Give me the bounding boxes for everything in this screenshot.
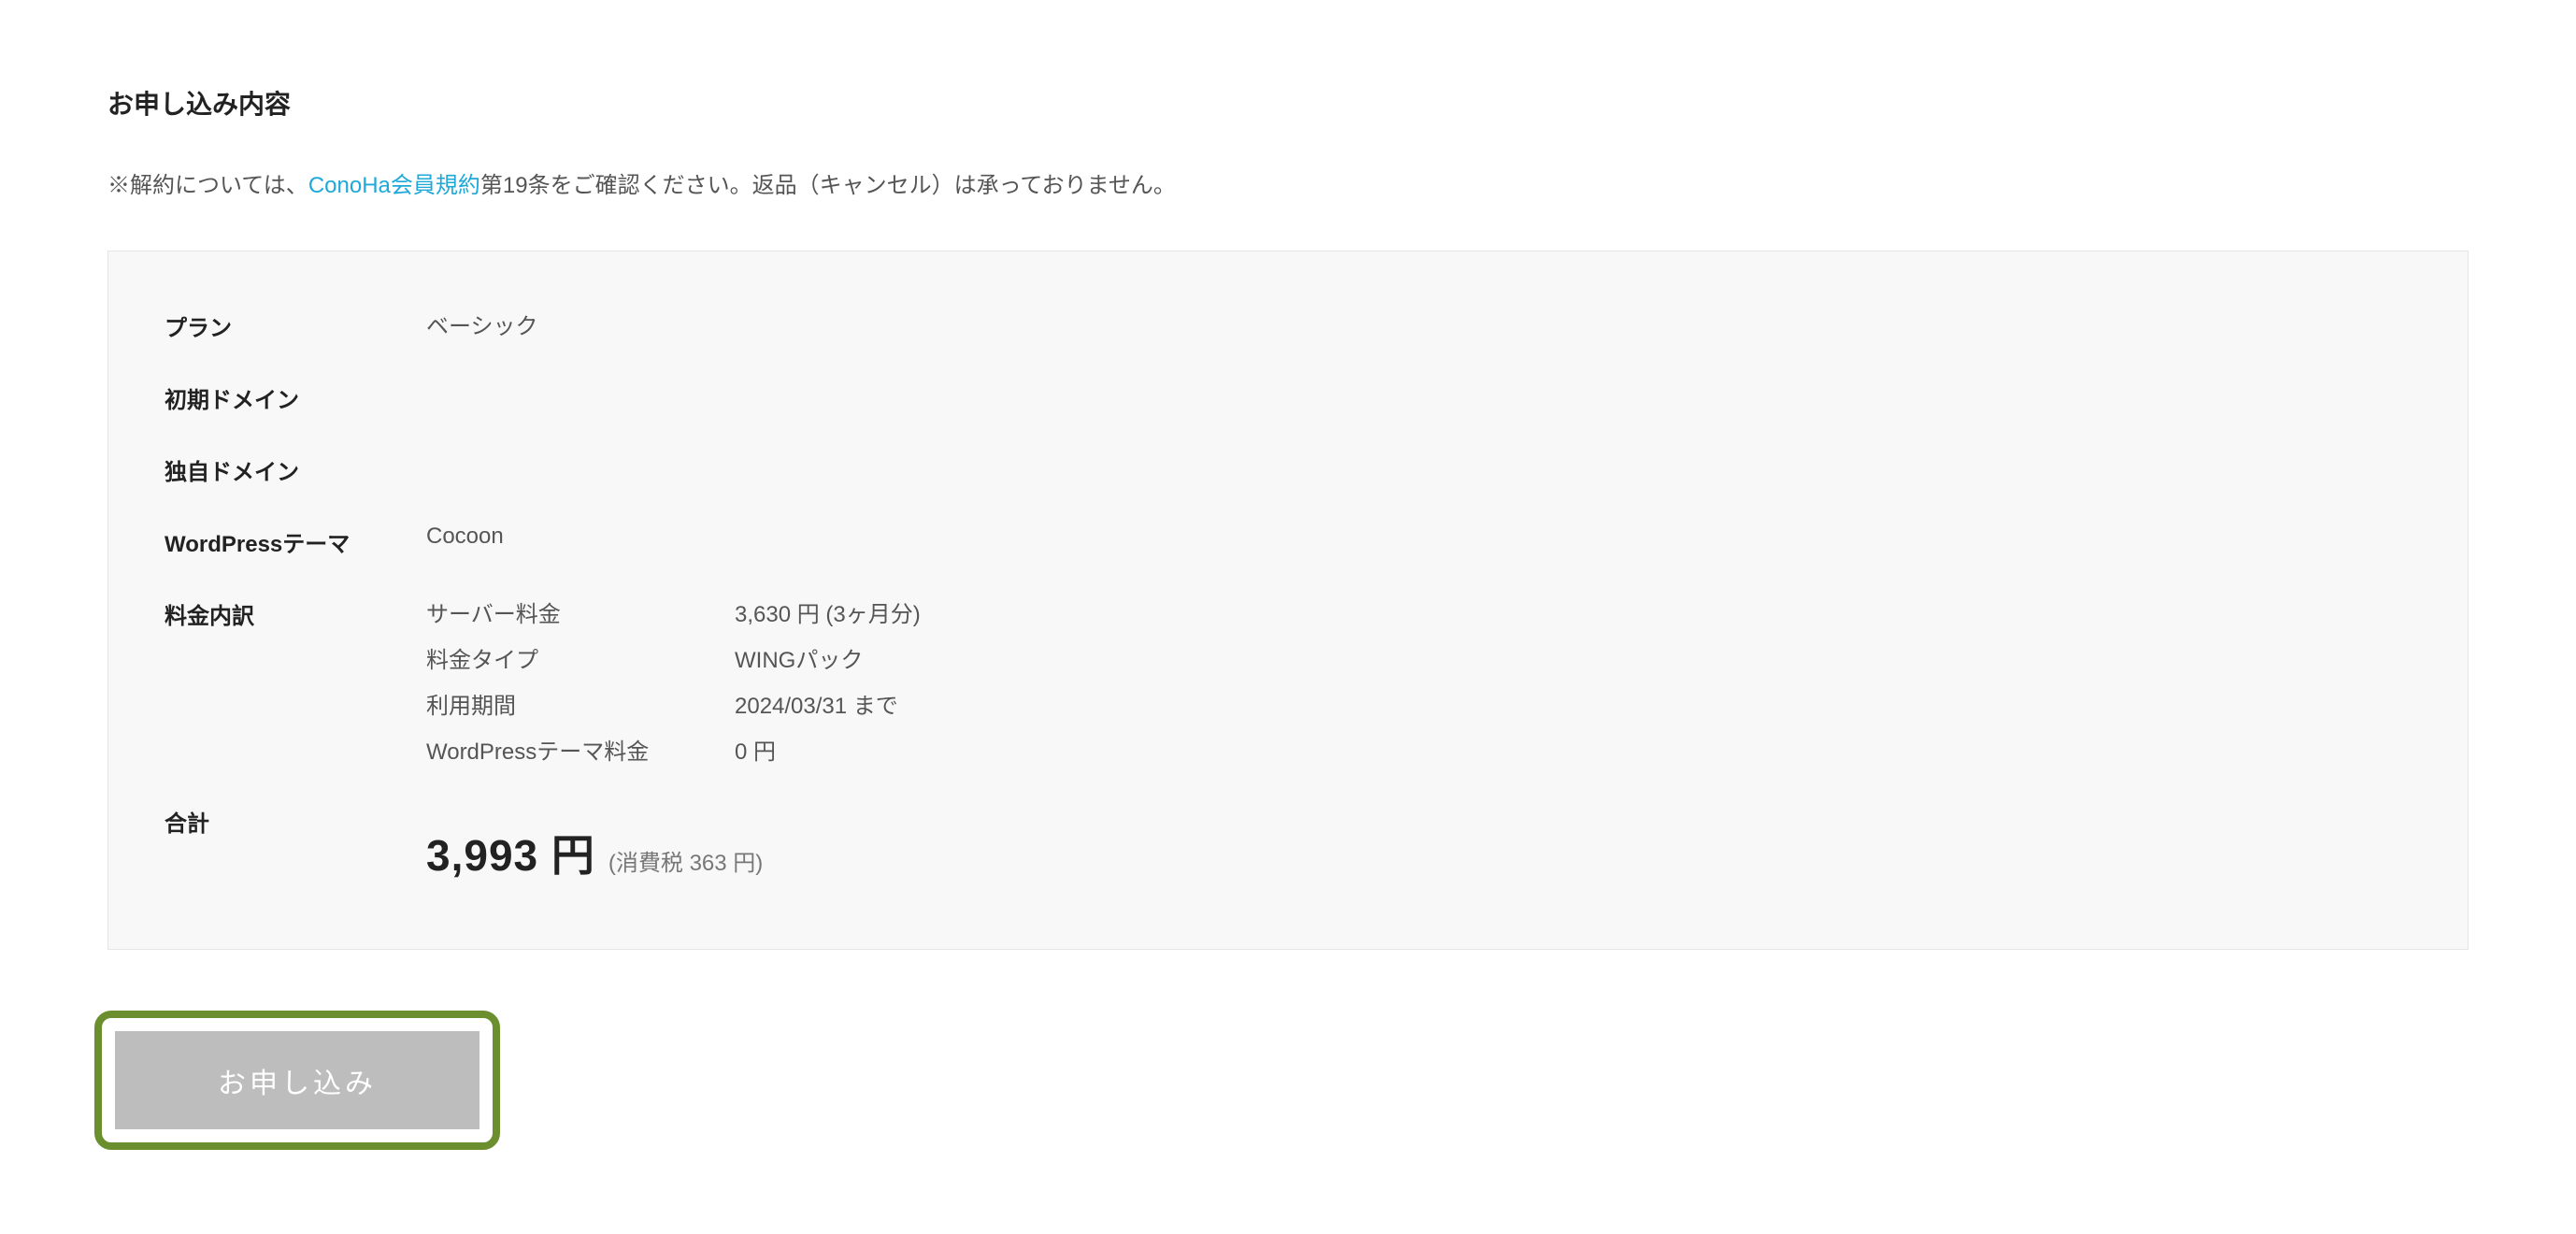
row-plan: プラン ベーシック — [165, 308, 2411, 342]
notice-prefix: ※解約については、 — [107, 173, 308, 198]
plan-value: ベーシック — [426, 308, 538, 340]
cancellation-notice: ※解約については、ConoHa会員規約第19条をご確認ください。返品（キャンセル… — [107, 166, 2469, 199]
terms-link[interactable]: ConoHa会員規約 — [308, 173, 480, 198]
breakdown-name: 利用期間 — [426, 687, 735, 720]
wp-theme-label: WordPressテーマ — [165, 524, 426, 558]
total-amount: 3,993 円 — [426, 822, 595, 883]
row-wp-theme: WordPressテーマ Cocoon — [165, 524, 2411, 558]
breakdown-label: 料金内訳 — [165, 595, 426, 630]
breakdown-value: 3,630 円 (3ヶ月分) — [735, 595, 921, 628]
row-custom-domain: 独自ドメイン — [165, 452, 2411, 486]
initial-domain-label: 初期ドメイン — [165, 380, 426, 414]
row-breakdown: 料金内訳 サーバー料金 3,630 円 (3ヶ月分) 料金タイプ WINGパック… — [165, 595, 2411, 766]
breakdown-name: サーバー料金 — [426, 595, 735, 628]
plan-label: プラン — [165, 308, 426, 342]
breakdown-value: WINGパック — [735, 641, 921, 674]
total-tax-note: (消費税 363 円) — [608, 844, 763, 877]
page-title: お申し込み内容 — [107, 84, 2469, 122]
breakdown-name: 料金タイプ — [426, 641, 735, 674]
row-initial-domain: 初期ドメイン — [165, 380, 2411, 414]
notice-suffix: 第19条をご確認ください。返品（キャンセル）は承っておりません。 — [480, 173, 1176, 198]
custom-domain-label: 独自ドメイン — [165, 452, 426, 486]
order-summary-box: プラン ベーシック 初期ドメイン 独自ドメイン WordPressテーマ Coc… — [107, 251, 2469, 950]
row-total: 合計 3,993 円 (消費税 363 円) — [165, 803, 2411, 883]
total-label: 合計 — [165, 803, 426, 838]
breakdown-name: WordPressテーマ料金 — [426, 733, 735, 766]
breakdown-value: 2024/03/31 まで — [735, 687, 921, 720]
breakdown-value: 0 円 — [735, 733, 921, 766]
breakdown-table: サーバー料金 3,630 円 (3ヶ月分) 料金タイプ WINGパック 利用期間… — [426, 595, 921, 766]
wp-theme-value: Cocoon — [426, 524, 504, 550]
